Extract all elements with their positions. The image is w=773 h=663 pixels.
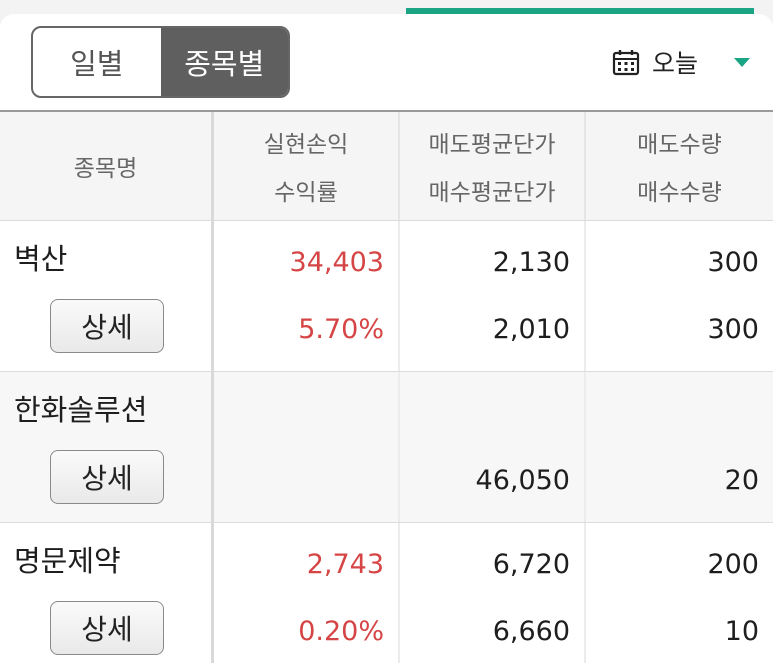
return-rate-value: 5.70% (298, 313, 384, 345)
tab-by-stock[interactable]: 종목별 (160, 28, 288, 96)
pl-cell (214, 372, 400, 522)
sell-qty-value: 300 (707, 246, 759, 278)
detail-button[interactable]: 상세 (50, 298, 164, 353)
header-avg-sell-price: 매도평균단가 (428, 132, 556, 158)
date-filter-label: 오늘 (652, 49, 699, 78)
header-avg-buy-price: 매수평균단가 (428, 180, 556, 206)
tab-daily[interactable]: 일별 (33, 28, 161, 96)
stock-name: 명문제약 (14, 543, 121, 578)
chevron-down-icon (734, 57, 751, 67)
table-header: 종목명 실현손익 수익률 매도평균단가 매수평균단가 매도수량 매수수량 (0, 110, 773, 221)
pl-cell: 2,743 0.20% (214, 523, 400, 663)
qty-cell: 300 300 (586, 221, 773, 371)
buy-qty-value: 10 (724, 615, 759, 647)
stock-cell: 한화솔루션 상세 (0, 372, 214, 522)
price-cell: 46,050 (400, 372, 586, 522)
header-price-column: 매도평균단가 매수평균단가 (400, 112, 586, 220)
calendar-icon (612, 50, 640, 76)
return-rate-value: 0.20% (298, 615, 384, 647)
buy-qty-value: 20 (724, 464, 759, 496)
avg-sell-value: 6,720 (492, 548, 570, 580)
pl-cell: 34,403 5.70% (214, 221, 400, 371)
header-stock-name-label: 종목명 (73, 156, 138, 182)
detail-button[interactable]: 상세 (50, 449, 164, 504)
stock-cell: 벽산 상세 (0, 221, 214, 371)
trade-profit-panel: 일별 종목별 오늘 종목명 실현손익 수익률 매도평균단가 매수평균단가 매도수… (0, 14, 773, 663)
buy-qty-value: 300 (707, 313, 759, 345)
realized-pl-value: 34,403 (289, 246, 384, 278)
qty-cell: 20 (586, 372, 773, 522)
table-row: 명문제약 상세 2,743 0.20% 6,720 6,660 200 10 (0, 523, 773, 663)
table-row: 한화솔루션 상세 46,050 20 (0, 372, 773, 523)
stock-name: 한화솔루션 (14, 392, 148, 427)
price-cell: 6,720 6,660 (400, 523, 586, 663)
detail-button[interactable]: 상세 (50, 600, 164, 655)
sell-qty-value: 200 (707, 548, 759, 580)
avg-buy-value: 2,010 (492, 313, 570, 345)
stock-name: 벽산 (14, 241, 68, 276)
qty-cell: 200 10 (586, 523, 773, 663)
header-return-rate: 수익률 (274, 180, 338, 206)
profit-table: 종목명 실현손익 수익률 매도평균단가 매수평균단가 매도수량 매수수량 벽산 … (0, 110, 773, 663)
view-mode-segment: 일별 종목별 (31, 26, 290, 98)
avg-buy-value: 46,050 (475, 464, 570, 496)
realized-pl-value: 2,743 (306, 548, 384, 580)
header-qty-column: 매도수량 매수수량 (586, 112, 773, 220)
price-cell: 2,130 2,010 (400, 221, 586, 371)
header-stock-name: 종목명 (0, 112, 214, 220)
stock-cell: 명문제약 상세 (0, 523, 214, 663)
avg-sell-value: 2,130 (492, 246, 570, 278)
avg-buy-value: 6,660 (492, 615, 570, 647)
header-sell-qty: 매도수량 (637, 132, 722, 158)
table-row: 벽산 상세 34,403 5.70% 2,130 2,010 300 300 (0, 221, 773, 372)
date-filter-dropdown[interactable]: 오늘 (612, 40, 762, 84)
header-realized-pl: 실현손익 (263, 132, 349, 158)
header-pl-column: 실현손익 수익률 (214, 112, 400, 220)
header-buy-qty: 매수수량 (637, 180, 722, 206)
